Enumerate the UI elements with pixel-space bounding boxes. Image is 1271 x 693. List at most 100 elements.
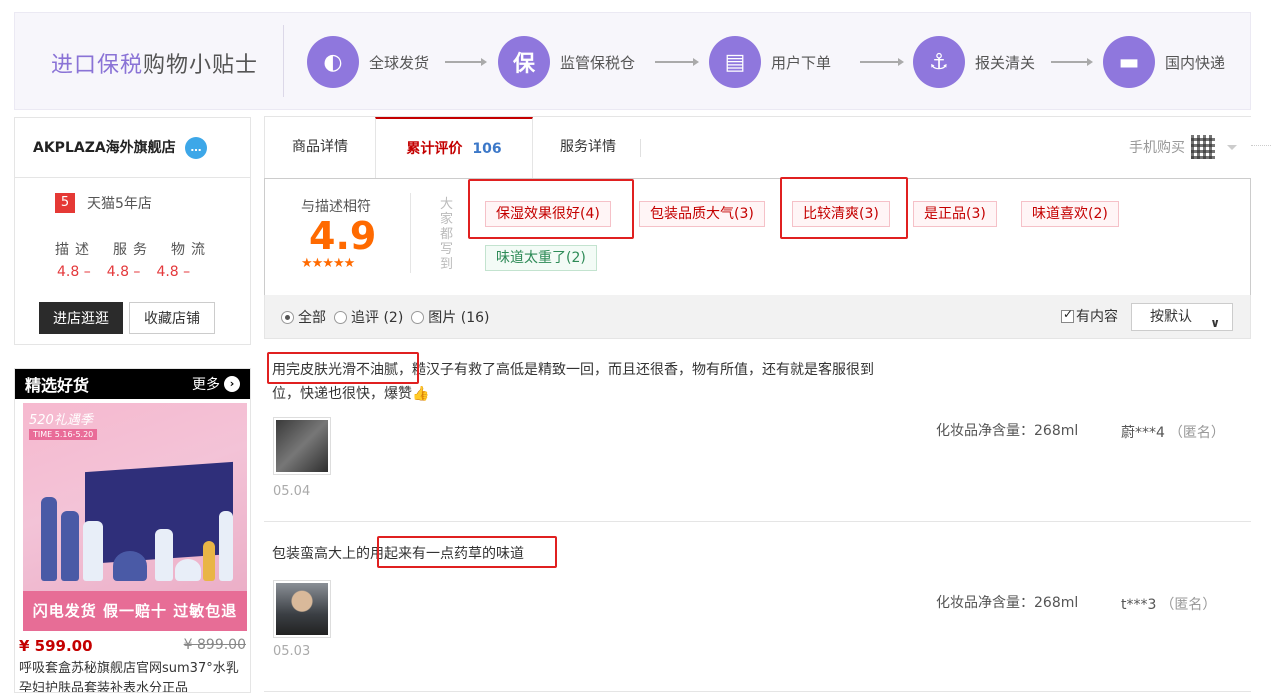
anonymous-label: （匿名）: [1160, 597, 1217, 613]
review-photo[interactable]: [273, 580, 331, 638]
review-filter-bar: 全部 追评 (2) 图片 (16) 有内容 按默认 ∨: [264, 295, 1251, 339]
bottle-graphic: [203, 541, 215, 581]
anchor-icon: ⚓: [913, 36, 965, 88]
review-text: 包装蛮高大上的用起来有一点药草的味道: [272, 542, 892, 566]
promo-tag: 520礼遇季 TIME 5.16-5.20: [29, 409, 98, 440]
dotted-line: [1251, 145, 1271, 146]
tab-label[interactable]: 累计评价: [406, 141, 462, 157]
chevron-right-icon[interactable]: ›: [224, 376, 240, 392]
impression-tag-negative[interactable]: 味道太重了(2): [485, 245, 597, 271]
review-date: 05.03: [273, 644, 311, 659]
shop-name[interactable]: AKPLAZA海外旗舰店 …: [15, 118, 250, 178]
tab-service-details[interactable]: 服务详情: [533, 117, 643, 179]
promo-tag-text: 520礼遇季: [29, 413, 93, 428]
banner-title-rest: 购物小贴士: [143, 53, 259, 78]
qr-code-icon[interactable]: [1191, 135, 1215, 159]
review-sku: 化妆品净含量：268ml: [936, 595, 1079, 611]
product-name-link[interactable]: 呼吸套盒苏秘旗舰店官网sum37°水乳孕妇护肤品套装补表水分正品: [15, 655, 250, 692]
filter-followup-radio[interactable]: 追评 (2): [334, 307, 403, 327]
checkbox-icon[interactable]: [1061, 307, 1074, 323]
radio-label[interactable]: 全部: [298, 307, 326, 327]
rating-value-service: 4.8 –: [106, 264, 141, 280]
bottle-graphic: [61, 511, 79, 581]
impression-tag[interactable]: 是正品(3): [913, 201, 997, 227]
tab-product-details[interactable]: 商品详情: [265, 117, 375, 179]
review-item: 用完皮肤光滑不油腻，糙汉子有救了高低是精致一回，而且还很香，物有所值，还有就是客…: [264, 340, 1251, 522]
radio-icon[interactable]: [334, 310, 347, 324]
step-domestic-delivery: ▬ 国内快递: [1103, 35, 1225, 89]
rating-label-service: 服务: [113, 242, 153, 258]
impression-tag[interactable]: 包装品质大气(3): [639, 201, 765, 227]
jar-graphic: [175, 559, 201, 581]
review-date: 05.04: [273, 484, 311, 499]
filter-all-radio[interactable]: 全部: [281, 307, 326, 327]
checkbox-label[interactable]: 有内容: [1076, 306, 1118, 326]
mobile-buy-label[interactable]: 手机购买: [1129, 137, 1185, 157]
review-type-radio-group: 全部 追评 (2) 图片 (16): [281, 307, 489, 327]
step-label: 国内快递: [1165, 53, 1226, 72]
radio-icon[interactable]: [411, 310, 425, 324]
product-image[interactable]: 520礼遇季 TIME 5.16-5.20 闪电发货 假一赔十 过敏包退: [23, 403, 247, 631]
anonymous-label: （匿名）: [1168, 425, 1225, 441]
arrow-icon: [655, 58, 699, 66]
tab-label[interactable]: 商品详情: [292, 139, 348, 155]
step-label: 报关清关: [975, 53, 1036, 72]
annotation-box: [377, 536, 557, 568]
step-label: 用户下单: [771, 53, 832, 72]
tab-label[interactable]: 服务详情: [560, 139, 616, 155]
tab-reviews[interactable]: 累计评价 106: [375, 117, 533, 179]
featured-picks-panel: 精选好货 更多 › 520礼遇季 TIME 5.16-5.20 闪电发货 假一赔…: [14, 368, 251, 693]
step-global-shipping: ◐ 全球发货: [307, 35, 429, 89]
arrow-icon: [860, 58, 904, 66]
has-content-checkbox[interactable]: 有内容: [1061, 306, 1118, 326]
impression-tag[interactable]: 味道喜欢(2): [1021, 201, 1119, 227]
divider: [410, 193, 411, 273]
rating-label-description: 描述: [55, 242, 95, 258]
import-shopping-tips-banner: 进口保税购物小贴士 ◐ 全球发货 保 监管保税仓 ▤ 用户下单 ⚓ 报关清关 ▬…: [14, 12, 1251, 110]
favorite-shop-button[interactable]: 收藏店铺: [129, 302, 215, 334]
banner-title-highlight: 进口保税: [51, 53, 144, 78]
more-label[interactable]: 更多: [192, 374, 220, 394]
chat-icon[interactable]: …: [185, 137, 207, 159]
shop-buttons: 进店逛逛 收藏店铺: [39, 302, 215, 334]
photo-image[interactable]: [276, 583, 328, 635]
user-name: t***3: [1121, 597, 1157, 613]
rating-summary: 与描述相符 4.9 ★★★★★ 大家都写到 保湿效果很好(4) 包装品质大气(3…: [264, 177, 1251, 296]
review-item: 包装蛮高大上的用起来有一点药草的味道 05.03 化妆品净含量：268ml t*…: [264, 522, 1251, 692]
review-user: t***3 （匿名）: [1121, 594, 1216, 614]
radio-label[interactable]: 图片 (16): [428, 307, 489, 327]
sort-value[interactable]: 按默认: [1150, 309, 1192, 325]
jar-graphic: [113, 551, 147, 581]
promo-banner: 闪电发货 假一赔十 过敏包退: [23, 591, 247, 631]
promo-date: TIME 5.16-5.20: [29, 429, 98, 440]
review-sku: 化妆品净含量：268ml: [936, 423, 1079, 439]
score-label: 与描述相符: [301, 199, 371, 215]
sort-dropdown[interactable]: 按默认 ∨: [1131, 303, 1233, 331]
step-user-order: ▤ 用户下单: [709, 35, 831, 89]
star-rating-icon: ★★★★★: [301, 256, 355, 271]
review-body: 包装蛮高大上的: [272, 546, 370, 562]
bottle-graphic: [219, 511, 233, 581]
rating-label-logistics: 物流: [171, 242, 211, 258]
radio-label[interactable]: 追评 (2): [351, 307, 403, 327]
bonded-icon: 保: [498, 36, 550, 88]
chevron-down-icon[interactable]: ∨: [1210, 310, 1220, 336]
review-count[interactable]: 106: [472, 141, 501, 157]
current-price: ¥ 599.00: [19, 637, 93, 655]
enter-shop-button[interactable]: 进店逛逛: [39, 302, 123, 334]
tmall-years-label: 天猫5年店: [87, 196, 152, 212]
chevron-down-icon[interactable]: [1227, 144, 1237, 150]
mobile-buy[interactable]: 手机购买: [1129, 135, 1237, 159]
shop-name-text[interactable]: AKPLAZA海外旗舰店: [33, 140, 176, 156]
tmall-years: 5 天猫5年店: [55, 193, 152, 213]
original-price: ¥ 899.00: [183, 637, 246, 653]
radio-icon[interactable]: [281, 310, 294, 324]
picks-more-link[interactable]: 更多 ›: [192, 374, 240, 394]
bottle-graphic: [41, 497, 57, 581]
annotation-box: [468, 179, 634, 239]
arrow-icon: [445, 58, 487, 66]
shop-rating-labels: 描述 服务 物流: [55, 239, 211, 259]
photo-image[interactable]: [276, 420, 328, 472]
filter-pictures-radio[interactable]: 图片 (16): [411, 307, 489, 327]
review-photo[interactable]: [273, 417, 331, 475]
